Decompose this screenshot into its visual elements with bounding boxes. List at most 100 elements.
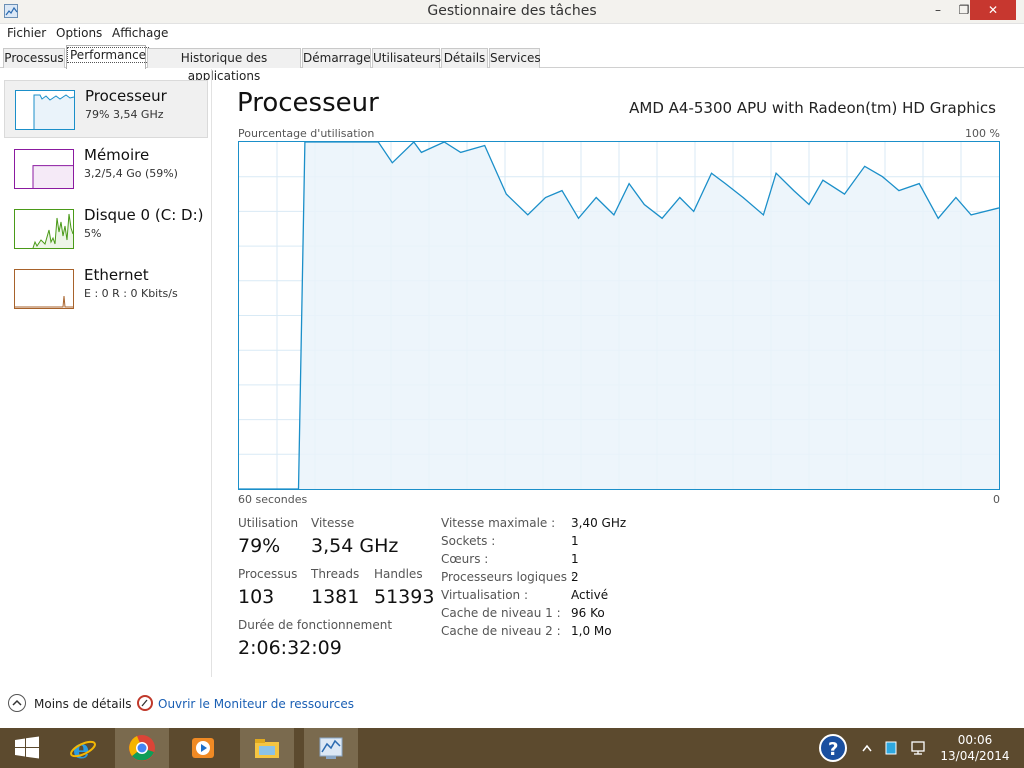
detail-value: 1 xyxy=(571,534,579,548)
menu-bar: Fichier Options Affichage xyxy=(0,24,1024,44)
clock-time[interactable]: 00:06 xyxy=(940,733,1010,747)
help-icon: ? xyxy=(819,734,847,762)
y-max-label: 100 % xyxy=(965,127,1000,140)
disk-thumbnail-svg xyxy=(32,213,73,248)
y-axis-label: Pourcentage d'utilisation xyxy=(238,127,375,140)
cpu-thumbnail-svg xyxy=(33,94,74,129)
resource-disque[interactable]: Disque 0 (C: D:) 5% xyxy=(4,200,208,258)
taskbar-media-player[interactable] xyxy=(176,728,230,768)
taskbar: e ? 00:06 13/04/2014 xyxy=(0,728,1024,768)
detail-key: Cœurs : xyxy=(441,552,489,566)
tab-label: Services xyxy=(490,51,541,65)
ethernet-thumbnail-graph xyxy=(14,269,74,309)
resource-value: 5% xyxy=(84,227,102,240)
tab-processus[interactable]: Processus xyxy=(3,48,65,68)
resource-name: Disque 0 (C: D:) xyxy=(84,206,204,224)
handles-value: 51393 xyxy=(374,586,435,608)
minimize-button[interactable]: – xyxy=(924,0,952,20)
uptime-label: Durée de fonctionnement xyxy=(238,618,393,632)
taskbar-internet-explorer[interactable]: e xyxy=(56,728,110,768)
utilisation-value: 79% xyxy=(238,535,281,557)
media-player-icon xyxy=(192,738,214,758)
x-axis-left-label: 60 secondes xyxy=(238,493,308,506)
internet-explorer-icon: e xyxy=(70,735,96,762)
detail-key: Virtualisation : xyxy=(441,588,528,602)
tab-details[interactable]: Détails xyxy=(441,48,488,68)
tab-services[interactable]: Services xyxy=(489,48,541,68)
help-tray-button[interactable]: ? xyxy=(818,728,848,768)
window-title: Gestionnaire des tâches xyxy=(427,3,597,19)
network-icon xyxy=(911,741,925,755)
tab-bar: Processus Performance Historique des app… xyxy=(0,44,1024,83)
detail-key: Vitesse maximale : xyxy=(441,516,556,530)
show-hidden-icons-button[interactable] xyxy=(860,728,874,768)
detail-value: 1 xyxy=(571,552,579,566)
detail-value: 3,40 GHz xyxy=(571,516,627,530)
file-explorer-icon xyxy=(255,739,279,758)
resource-processeur[interactable]: Processeur 79% 3,54 GHz xyxy=(4,80,208,138)
tab-label: Démarrage xyxy=(303,51,371,65)
cpu-model: AMD A4-5300 APU with Radeon(tm) HD Graph… xyxy=(629,99,996,117)
resource-name: Processeur xyxy=(85,87,167,105)
detail-value: Activé xyxy=(571,588,609,602)
resource-name: Mémoire xyxy=(84,146,150,164)
tab-label: Processus xyxy=(4,51,64,65)
vitesse-label: Vitesse xyxy=(311,516,355,530)
task-manager-icon xyxy=(319,737,343,759)
menu-affichage[interactable]: Affichage xyxy=(112,26,168,40)
title-bar: Gestionnaire des tâches – ❐ ✕ xyxy=(0,0,1024,24)
start-icon xyxy=(15,736,39,759)
threads-value: 1381 xyxy=(311,586,360,608)
less-details-button[interactable]: Moins de détails xyxy=(34,697,132,711)
page-title: Processeur xyxy=(237,88,379,118)
memory-thumbnail-svg xyxy=(32,165,73,188)
resource-value: E : 0 R : 0 Kbits/s xyxy=(84,287,178,300)
taskbar-chrome[interactable] xyxy=(115,728,169,768)
chrome-icon xyxy=(129,735,155,761)
network-tray-button[interactable] xyxy=(910,728,926,768)
clock-date[interactable]: 13/04/2014 xyxy=(940,749,1010,763)
cpu-usage-svg xyxy=(239,141,1000,490)
vitesse-value: 3,54 GHz xyxy=(311,535,399,557)
detail-value: 96 Ko xyxy=(571,606,605,620)
cpu-thumbnail-graph xyxy=(15,90,75,130)
tab-historique[interactable]: Historique des applications xyxy=(147,48,301,83)
close-button[interactable]: ✕ xyxy=(970,0,1016,20)
menu-options[interactable]: Options xyxy=(56,26,102,40)
tab-label: Détails xyxy=(443,51,486,65)
resource-value: 3,2/5,4 Go (59%) xyxy=(84,167,178,180)
taskbar-file-explorer[interactable] xyxy=(240,728,294,768)
processus-value: 103 xyxy=(238,586,275,608)
detail-key: Cache de niveau 1 : xyxy=(441,606,561,620)
menu-fichier[interactable]: Fichier xyxy=(7,26,46,40)
tab-performance[interactable]: Performance xyxy=(66,45,150,69)
processus-label: Processus xyxy=(238,567,298,581)
x-axis-right-label: 0 xyxy=(993,493,1000,506)
tab-label: Utilisateurs xyxy=(373,51,441,65)
utilisation-label: Utilisation xyxy=(238,516,299,530)
tab-demarrage[interactable]: Démarrage xyxy=(302,48,371,68)
tray-app-button[interactable] xyxy=(884,728,898,768)
detail-key: Cache de niveau 2 : xyxy=(441,624,561,638)
handles-label: Handles xyxy=(374,567,423,581)
resource-value: 79% 3,54 GHz xyxy=(85,108,164,121)
tray-app-icon xyxy=(885,741,897,755)
detail-value: 2 xyxy=(571,570,579,584)
chevron-up-icon[interactable] xyxy=(8,694,26,712)
resource-ethernet[interactable]: Ethernet E : 0 R : 0 Kbits/s xyxy=(4,260,208,318)
taskbar-task-manager[interactable] xyxy=(304,728,358,768)
cpu-usage-graph xyxy=(238,141,1000,490)
resource-name: Ethernet xyxy=(84,266,149,284)
svg-text:?: ? xyxy=(828,739,838,760)
tab-utilisateurs[interactable]: Utilisateurs xyxy=(372,48,441,68)
detail-value: 1,0 Mo xyxy=(571,624,612,638)
resource-monitor-icon xyxy=(137,695,153,711)
detail-key: Processeurs logiques : xyxy=(441,570,575,584)
ethernet-thumbnail-svg xyxy=(15,295,73,308)
uptime-value: 2:06:32:09 xyxy=(238,637,342,659)
resource-monitor-link[interactable]: Ouvrir le Moniteur de ressources xyxy=(158,697,354,711)
memory-thumbnail-graph xyxy=(14,149,74,189)
resource-memoire[interactable]: Mémoire 3,2/5,4 Go (59%) xyxy=(4,140,208,198)
start-button[interactable] xyxy=(0,728,54,768)
detail-key: Sockets : xyxy=(441,534,496,548)
